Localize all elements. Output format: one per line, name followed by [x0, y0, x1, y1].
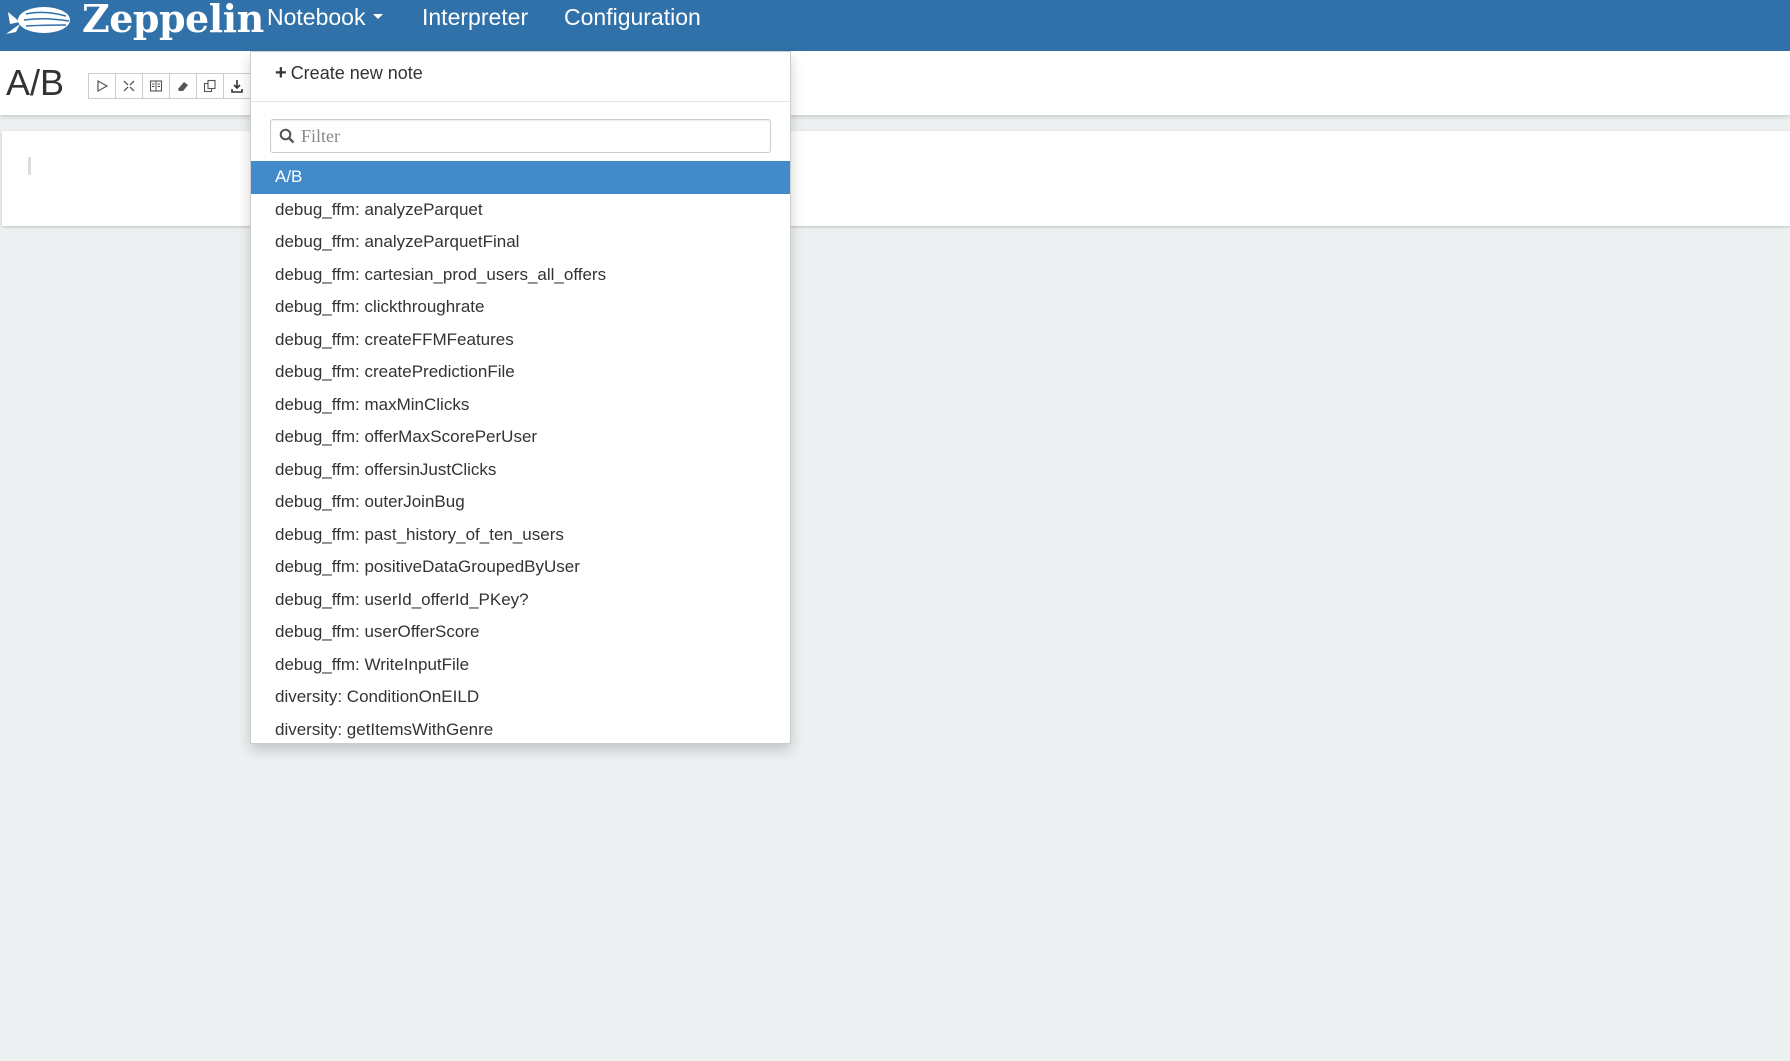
clone-note-button[interactable]: [196, 73, 224, 99]
run-all-icon: [97, 79, 109, 93]
note-title[interactable]: A/B: [6, 62, 64, 104]
top-navbar: Zeppelin Notebook Interpreter Configurat…: [0, 0, 1790, 51]
note-list-item[interactable]: debug_ffm: clickthroughrate: [251, 291, 790, 324]
note-list-item[interactable]: debug_ffm: userId_offerId_PKey?: [251, 584, 790, 617]
collapse-icon: [123, 80, 135, 92]
collapse-button[interactable]: [115, 73, 143, 99]
search-icon: [279, 128, 295, 144]
book-icon: [149, 80, 163, 92]
brand-name[interactable]: Zeppelin: [82, 0, 264, 41]
brand-logo[interactable]: Zeppelin: [6, 0, 264, 44]
note-list-item[interactable]: debug_ffm: analyzeParquet: [251, 194, 790, 227]
create-new-note-button[interactable]: + Create new note: [275, 62, 423, 85]
note-list: A/B debug_ffm: analyzeParquet debug_ffm: a…: [251, 161, 790, 744]
dropdown-divider: [251, 101, 790, 102]
export-icon: [231, 80, 243, 93]
note-list-item[interactable]: debug_ffm: WriteInputFile: [251, 649, 790, 682]
create-new-note-label: Create new note: [290, 63, 423, 83]
clone-icon: [203, 79, 216, 93]
nav-notebook[interactable]: Notebook: [267, 4, 384, 31]
run-all-button[interactable]: [88, 73, 116, 99]
note-list-item[interactable]: debug_ffm: positiveDataGroupedByUser: [251, 551, 790, 584]
caret-down-icon: [373, 14, 384, 20]
note-list-item[interactable]: debug_ffm: analyzeParquetFinal: [251, 226, 790, 259]
filter-input[interactable]: [297, 120, 765, 152]
nav-notebook-label: Notebook: [267, 4, 366, 30]
zeppelin-logo-icon: [6, 7, 70, 34]
note-list-item[interactable]: debug_ffm: offersinJustClicks: [251, 454, 790, 487]
note-list-item[interactable]: debug_ffm: offerMaxScorePerUser: [251, 421, 790, 454]
note-list-item[interactable]: diversity: getItemsWithGenre: [251, 714, 790, 744]
filter-box: [270, 119, 771, 153]
note-toolbar: [88, 73, 251, 99]
eraser-icon: [178, 82, 188, 91]
plus-icon: +: [275, 62, 287, 84]
note-list-item[interactable]: debug_ffm: createFFMFeatures: [251, 324, 790, 357]
note-list-item[interactable]: debug_ffm: maxMinClicks: [251, 389, 790, 422]
clear-output-button[interactable]: [169, 73, 197, 99]
paragraph-editor[interactable]: [28, 157, 31, 175]
note-list-item[interactable]: A/B: [251, 161, 790, 194]
note-list-item[interactable]: debug_ffm: userOfferScore: [251, 616, 790, 649]
nav-interpreter[interactable]: Interpreter: [422, 4, 528, 31]
toggle-output-button[interactable]: [142, 73, 170, 99]
export-note-button[interactable]: [223, 73, 251, 99]
note-list-item[interactable]: debug_ffm: cartesian_prod_users_all_offe…: [251, 259, 790, 292]
note-list-item[interactable]: debug_ffm: past_history_of_ten_users: [251, 519, 790, 552]
note-list-item[interactable]: diversity: ConditionOnEILD: [251, 681, 790, 714]
nav-configuration[interactable]: Configuration: [564, 4, 701, 31]
notebook-dropdown-menu: + Create new note A/Bdebug_ffm: analyzeP…: [250, 51, 791, 744]
note-list-item[interactable]: debug_ffm: outerJoinBug: [251, 486, 790, 519]
note-list-item[interactable]: debug_ffm: createPredictionFile: [251, 356, 790, 389]
